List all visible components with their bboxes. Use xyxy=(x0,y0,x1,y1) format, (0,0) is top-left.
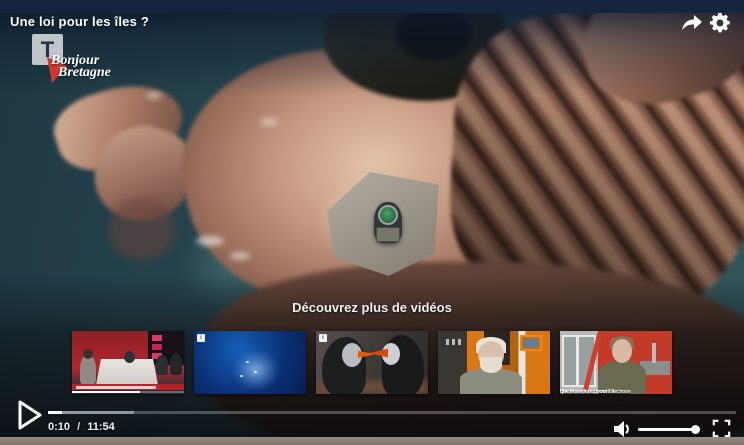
equipment-box xyxy=(376,227,400,242)
sea-foam xyxy=(230,252,250,260)
window-frame-bar xyxy=(576,335,579,387)
more-videos-label: Découvrez plus de vidéos xyxy=(292,300,452,315)
volume-fill xyxy=(638,425,700,434)
guest-figure xyxy=(170,353,182,375)
volume-slider[interactable] xyxy=(638,425,700,434)
progress-bar[interactable] xyxy=(48,411,736,414)
thumb-progress-fill xyxy=(72,391,140,393)
time-display: 0:10 / 11:54 xyxy=(48,421,115,433)
sea-foam xyxy=(196,236,224,246)
guest-figure xyxy=(156,355,168,375)
fish-school xyxy=(232,349,280,391)
video-player: Une loi pour les îles ? T Bonjour Bretag… xyxy=(0,0,744,445)
video-thumbnail-woman-interview[interactable]: Quelle sera la première chose que vous f… xyxy=(560,331,672,394)
lighthouse-dome xyxy=(378,205,398,225)
current-time: 0:10 xyxy=(48,421,71,433)
share-button[interactable] xyxy=(680,12,704,34)
guest-figure xyxy=(80,355,96,385)
video-thumbnail-underwater[interactable]: i xyxy=(194,331,306,394)
video-thumbnail-studio-debate[interactable] xyxy=(72,331,184,394)
fish-glint xyxy=(254,371,257,373)
studio-desk xyxy=(96,359,158,385)
submerged-rock xyxy=(110,198,174,260)
share-icon xyxy=(682,15,702,31)
woman-head xyxy=(612,339,632,363)
sea-foam xyxy=(260,118,278,126)
brand-line2: Bretagne xyxy=(58,65,111,80)
fish-glint xyxy=(240,375,243,377)
channel-badge: i xyxy=(319,334,327,342)
video-title: Une loi pour les îles ? xyxy=(10,14,149,29)
gear-icon xyxy=(709,12,730,33)
studio-screen xyxy=(152,344,162,350)
channel-badge: i xyxy=(197,334,205,342)
volume-knob[interactable] xyxy=(691,425,700,434)
video-thumbnail-man-interview[interactable] xyxy=(438,331,550,394)
man-beard xyxy=(480,357,502,373)
ticker-text-bar xyxy=(76,386,156,389)
play-icon xyxy=(18,400,42,430)
shelf-glass xyxy=(446,339,449,345)
fish-glint xyxy=(246,361,249,363)
fullscreen-icon xyxy=(712,419,731,438)
thumbnail-row: i i Quelle sera la première chose que vo… xyxy=(0,331,744,394)
volume-button[interactable] xyxy=(612,420,632,438)
lamp xyxy=(652,343,656,363)
host-figure xyxy=(124,351,135,363)
play-button[interactable] xyxy=(14,398,44,432)
fullscreen-button[interactable] xyxy=(712,419,731,438)
video-thumbnail-puffins[interactable]: i xyxy=(316,331,428,394)
shelf-glass xyxy=(458,339,461,345)
settings-button[interactable] xyxy=(709,12,733,34)
studio-screen xyxy=(152,335,162,341)
duration: 11:54 xyxy=(87,421,115,433)
shelf-glass xyxy=(452,339,455,345)
time-separator: / xyxy=(77,421,81,433)
volume-icon xyxy=(614,421,629,437)
progress-played xyxy=(48,411,62,414)
guest-head xyxy=(83,349,93,359)
picture xyxy=(524,339,538,347)
top-bar xyxy=(0,0,744,13)
page-background-strip xyxy=(0,437,744,445)
